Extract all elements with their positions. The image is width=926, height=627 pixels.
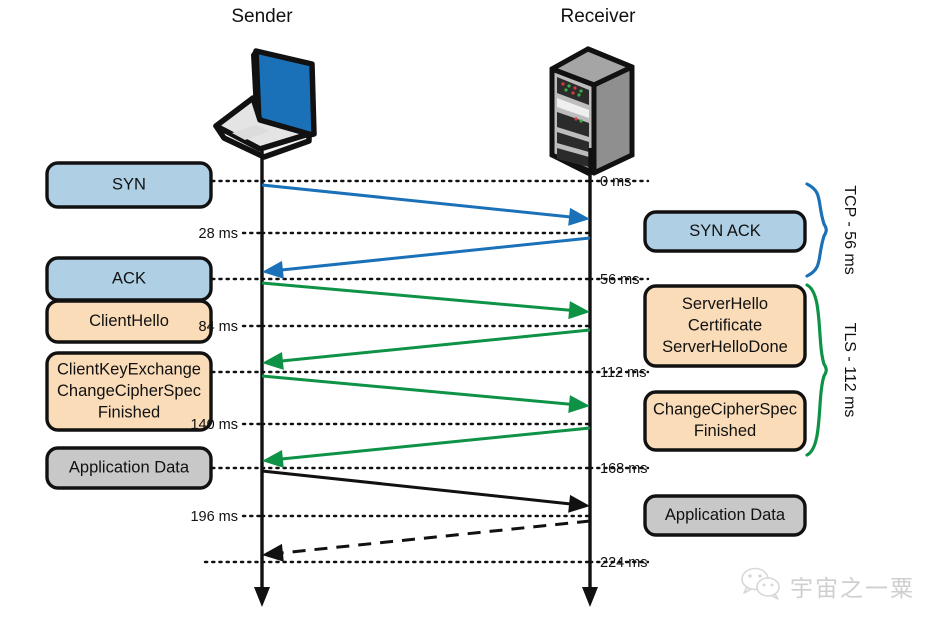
watermark-text: 宇宙之一粟 [790,576,915,602]
message-box-label: Finished [694,422,756,440]
message-box-syn[interactable]: SYN [45,161,213,209]
message-box-label: Application Data [69,458,190,476]
sender-label: Sender [231,6,293,27]
message-box-label: ACK [112,269,146,287]
tcp-brace-label: TCP - 56 ms [841,185,858,275]
message-box-label: SYN [112,175,146,193]
message-box-application-data-right[interactable]: Application Data [643,494,807,537]
message-box-label: ChangeCipherSpec [653,401,797,419]
message-box-label: Application Data [665,506,786,524]
tls-handshake-diagram: Sender Receiver SYN ACK ClientHello Clie… [0,0,926,627]
message-box-server-hello[interactable]: ServerHello Certificate ServerHelloDone [643,284,807,368]
server-icon [549,46,635,176]
tick-label-84-ms: 84 ms [199,319,239,335]
message-box-label: SYN ACK [689,222,761,240]
tick-label-224-ms: 224 ms [600,555,648,571]
tick-label-0-ms: 0 ms [600,174,631,190]
tick-label-28-ms: 28 ms [199,226,239,242]
message-box-label: ChangeCipherSpec [57,382,201,400]
message-box-ack[interactable]: ACK [45,256,213,302]
tick-label-56-ms: 56 ms [600,272,640,288]
message-box-client-key-exchange[interactable]: ClientKeyExchange ChangeCipherSpec Finishe… [45,351,213,432]
message-box-application-data-left[interactable]: Application Data [45,446,213,490]
message-box-label: ServerHello [682,295,768,313]
tick-label-196-ms: 196 ms [190,509,238,525]
tick-label-140-ms: 140 ms [190,417,238,433]
tick-label-168-ms: 168 ms [600,461,648,477]
sequence-diagram-canvas: Sender Receiver SYNACKClientHelloClientK… [0,0,926,627]
message-box-label: ClientHello [89,312,169,330]
message-box-label: ServerHelloDone [662,338,788,356]
message-box-change-cipher-spec[interactable]: ChangeCipherSpec Finished [643,390,807,452]
tick-label-112-ms: 112 ms [600,365,646,381]
receiver-label: Receiver [561,6,637,27]
message-box-label: ClientKeyExchange [57,360,201,378]
message-box-label: Finished [98,403,160,421]
message-box-client-hello[interactable]: ClientHello [45,299,213,344]
message-box-label: Certificate [688,316,762,334]
tls-brace-label: TLS - 112 ms [841,323,858,418]
message-box-syn-ack[interactable]: SYN ACK [643,210,807,253]
